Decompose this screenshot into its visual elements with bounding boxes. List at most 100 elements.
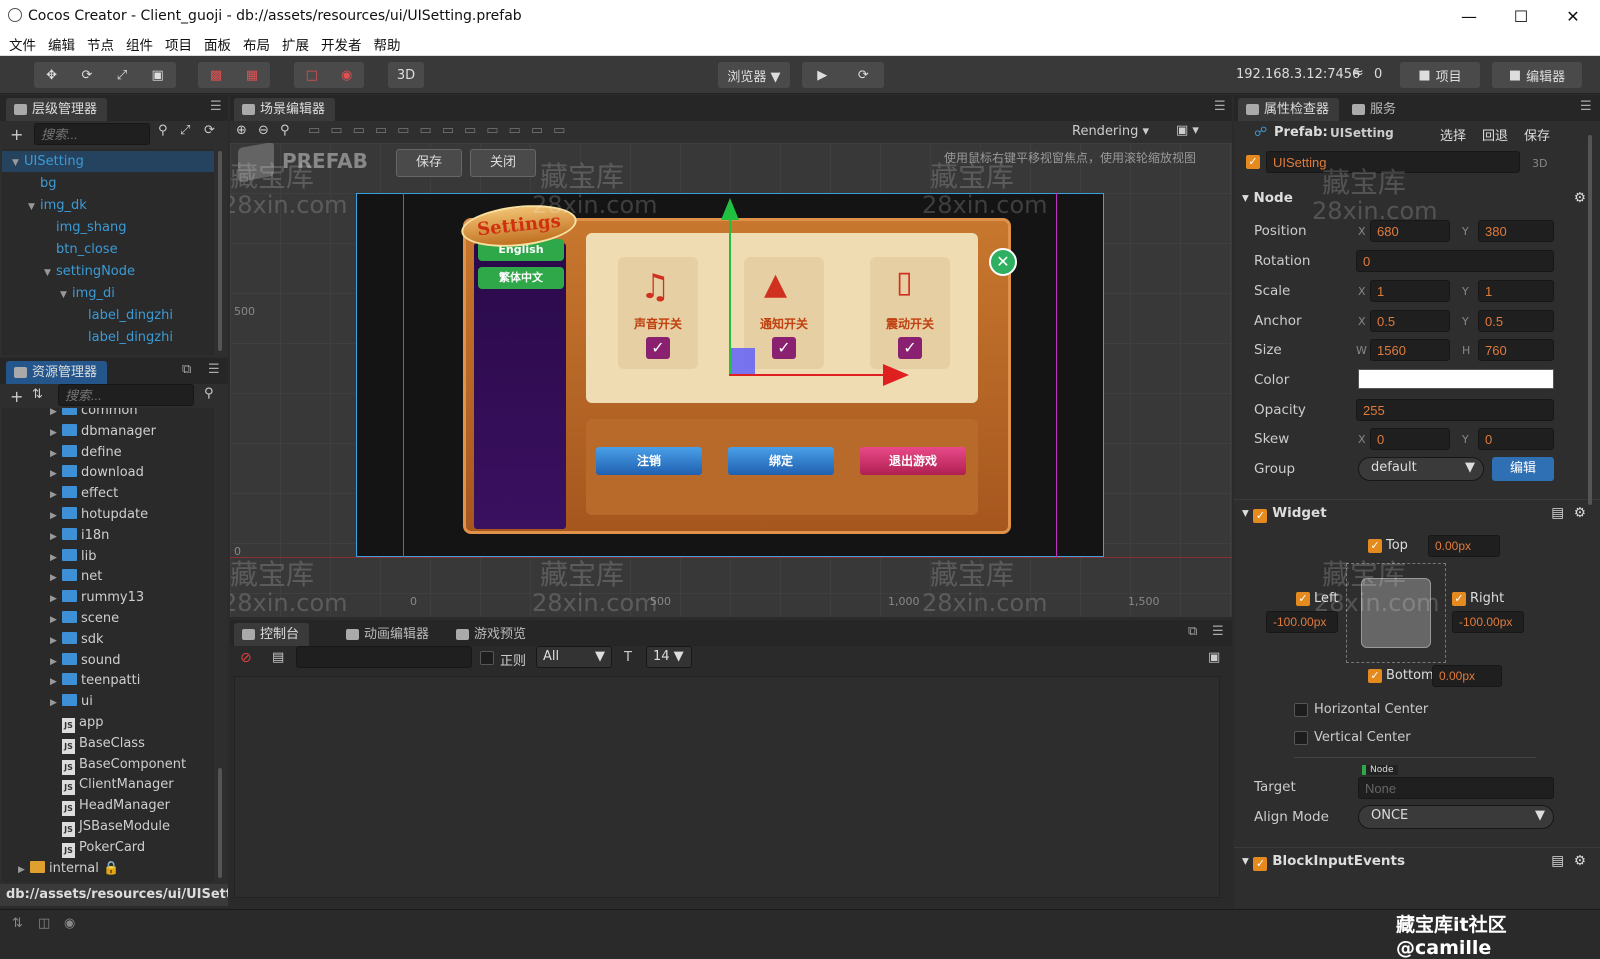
horizontal-center-checkbox[interactable] (1294, 703, 1308, 717)
menu-edit[interactable]: 编辑 (42, 34, 81, 54)
expand-arrow-icon[interactable]: ▼ (28, 197, 40, 218)
snap-icon[interactable]: □ (306, 68, 318, 83)
console-filter-input[interactable] (296, 646, 472, 668)
menu-icon[interactable]: ☰ (210, 99, 222, 114)
close-window-button[interactable]: ✕ (1550, 0, 1596, 32)
size-h-input[interactable] (1478, 339, 1554, 361)
gizmo-x-axis[interactable] (729, 374, 889, 376)
scale-tool-icon[interactable]: ⤢ (117, 68, 127, 83)
asset-folder[interactable]: ▶ effect (50, 483, 118, 504)
asset-folder[interactable]: ▶ hotupdate (50, 504, 148, 525)
rect-tool-icon[interactable]: ▣ (151, 68, 163, 83)
target-input[interactable] (1358, 777, 1554, 799)
widget-top-checkbox[interactable]: ✓ (1368, 539, 1382, 553)
widget-right-checkbox[interactable]: ✓ (1452, 592, 1466, 606)
widget-bottom-checkbox[interactable]: ✓ (1368, 669, 1382, 683)
bind-button[interactable]: 绑定 (728, 447, 834, 475)
expand-arrow-icon[interactable]: ▼ (44, 263, 56, 284)
widget-left-checkbox[interactable]: ✓ (1296, 592, 1310, 606)
gear-icon[interactable]: ⚙ (1574, 500, 1586, 526)
zoom-out-icon[interactable]: ⊖ (258, 123, 269, 138)
local-icon[interactable]: ▦ (246, 68, 258, 83)
grid-icon[interactable]: ◉ (341, 68, 352, 83)
hierarchy-node[interactable]: ▼ img_dk (28, 195, 87, 216)
status-db-icon[interactable]: ◫ (38, 916, 50, 931)
asset-script[interactable]: JS PokerCard (62, 837, 145, 858)
lang-tchinese-button[interactable]: 繁体中文 (478, 267, 564, 289)
vertical-center-checkbox[interactable] (1294, 731, 1308, 745)
hierarchy-search-input[interactable] (34, 123, 150, 145)
hierarchy-node[interactable]: label_dingzhi (88, 305, 173, 326)
block-input-section-header[interactable]: ▾ ✓ BlockInputEvents ▤ ⚙ (1234, 847, 1600, 873)
menu-panel[interactable]: 面板 (198, 34, 237, 54)
refresh-icon[interactable]: ⟳ (204, 123, 215, 138)
prefab-revert-button[interactable]: 回退 (1482, 125, 1508, 144)
vibrate-checkbox[interactable]: ✓ (898, 337, 922, 359)
asset-folder[interactable]: ▶ i18n (50, 525, 109, 546)
widget-top-input[interactable] (1428, 535, 1500, 557)
menu-project[interactable]: 项目 (159, 34, 198, 54)
anchor-y-input[interactable] (1478, 310, 1554, 332)
widget-section-header[interactable]: ▾ ✓ Widget ▤ ⚙ (1234, 499, 1600, 525)
group-select[interactable]: default ▼ (1358, 457, 1484, 481)
anchor-x-input[interactable] (1370, 310, 1450, 332)
rendering-select[interactable]: Rendering ▾ (1072, 124, 1149, 139)
refresh-icon[interactable]: ⟳ (858, 68, 869, 83)
regex-checkbox[interactable] (480, 651, 494, 665)
position-y-input[interactable] (1478, 220, 1554, 242)
camera-icon[interactable]: ▣ ▾ (1176, 123, 1199, 138)
hierarchy-node[interactable]: btn_close (56, 239, 118, 260)
widget-enabled-checkbox[interactable]: ✓ (1253, 509, 1268, 523)
gizmo-y-arrow-icon[interactable] (721, 198, 739, 220)
maximize-button[interactable]: ☐ (1498, 0, 1544, 32)
sound-checkbox[interactable]: ✓ (646, 337, 670, 359)
asset-folder[interactable]: ▶ sound (50, 650, 120, 671)
opacity-input[interactable] (1356, 399, 1554, 421)
align-tools-icon[interactable]: ▭▭▭▭▭▭▭▭▭▭▭▭ (308, 123, 575, 138)
menu-icon[interactable]: ☰ (1580, 99, 1592, 114)
skew-x-input[interactable] (1370, 428, 1450, 450)
search-icon[interactable]: ⚲ (204, 386, 214, 401)
status-eye-icon[interactable]: ◉ (64, 916, 75, 931)
hierarchy-node[interactable]: ▼ UISetting (2, 151, 214, 172)
browser-select[interactable]: 浏览器 ▼ (718, 62, 790, 88)
status-log-icon[interactable]: ⇅ (12, 916, 23, 931)
tab-inspector[interactable]: 属性检查器 (1238, 98, 1340, 121)
rotation-input[interactable] (1356, 250, 1554, 272)
scene-viewport[interactable]: PREFAB 保存 关闭 使用鼠标右键平移视窗焦点，使用滚轮缩放视图 500 0… (230, 143, 1232, 617)
quit-game-button[interactable]: 退出游戏 (860, 447, 966, 475)
menu-node[interactable]: 节点 (81, 34, 120, 54)
scale-x-input[interactable] (1370, 280, 1450, 302)
open-project-button[interactable]: ■ 项目 (1400, 62, 1480, 88)
notify-checkbox[interactable]: ✓ (772, 337, 796, 359)
menu-help[interactable]: 帮助 (368, 34, 407, 54)
menu-layout[interactable]: 布局 (237, 34, 276, 54)
hierarchy-node[interactable]: ▼ settingNode (44, 261, 135, 282)
prefab-apply-button[interactable]: 保存 (1524, 125, 1550, 144)
hierarchy-scrollbar[interactable] (218, 151, 222, 351)
expand-arrow-icon[interactable]: ▶ (50, 693, 62, 714)
skew-y-input[interactable] (1478, 428, 1554, 450)
expand-arrow-icon[interactable]: ▶ (18, 860, 30, 881)
gizmo-center-handle[interactable] (731, 348, 755, 374)
expand-arrow-icon[interactable]: ▼ (60, 285, 72, 306)
asset-folder[interactable]: ▶ common (50, 408, 138, 421)
menu-extension[interactable]: 扩展 (276, 34, 315, 54)
popout-icon[interactable]: ⧉ (1188, 624, 1197, 639)
book-icon[interactable]: ▤ (1551, 500, 1564, 526)
rotate-tool-icon[interactable]: ⟳ (81, 68, 92, 83)
gizmo-x-arrow-icon[interactable] (883, 364, 909, 386)
asset-folder[interactable]: ▶ download (50, 462, 144, 483)
assets-search-input[interactable] (58, 384, 194, 406)
menu-icon[interactable]: ☰ (1212, 624, 1224, 639)
expand-icon[interactable]: ⤢ (180, 123, 190, 138)
add-icon[interactable]: + (10, 125, 23, 144)
asset-script[interactable]: JS BaseComponent (62, 754, 186, 775)
scale-y-input[interactable] (1478, 280, 1554, 302)
menu-component[interactable]: 组件 (120, 34, 159, 54)
widget-bottom-input[interactable] (1432, 665, 1502, 687)
hierarchy-node[interactable]: bg (40, 173, 57, 194)
menu-file[interactable]: 文件 (3, 34, 42, 54)
align-mode-select[interactable]: ONCE ▼ (1358, 805, 1554, 829)
font-size-select[interactable]: 14 ▼ (646, 646, 692, 668)
